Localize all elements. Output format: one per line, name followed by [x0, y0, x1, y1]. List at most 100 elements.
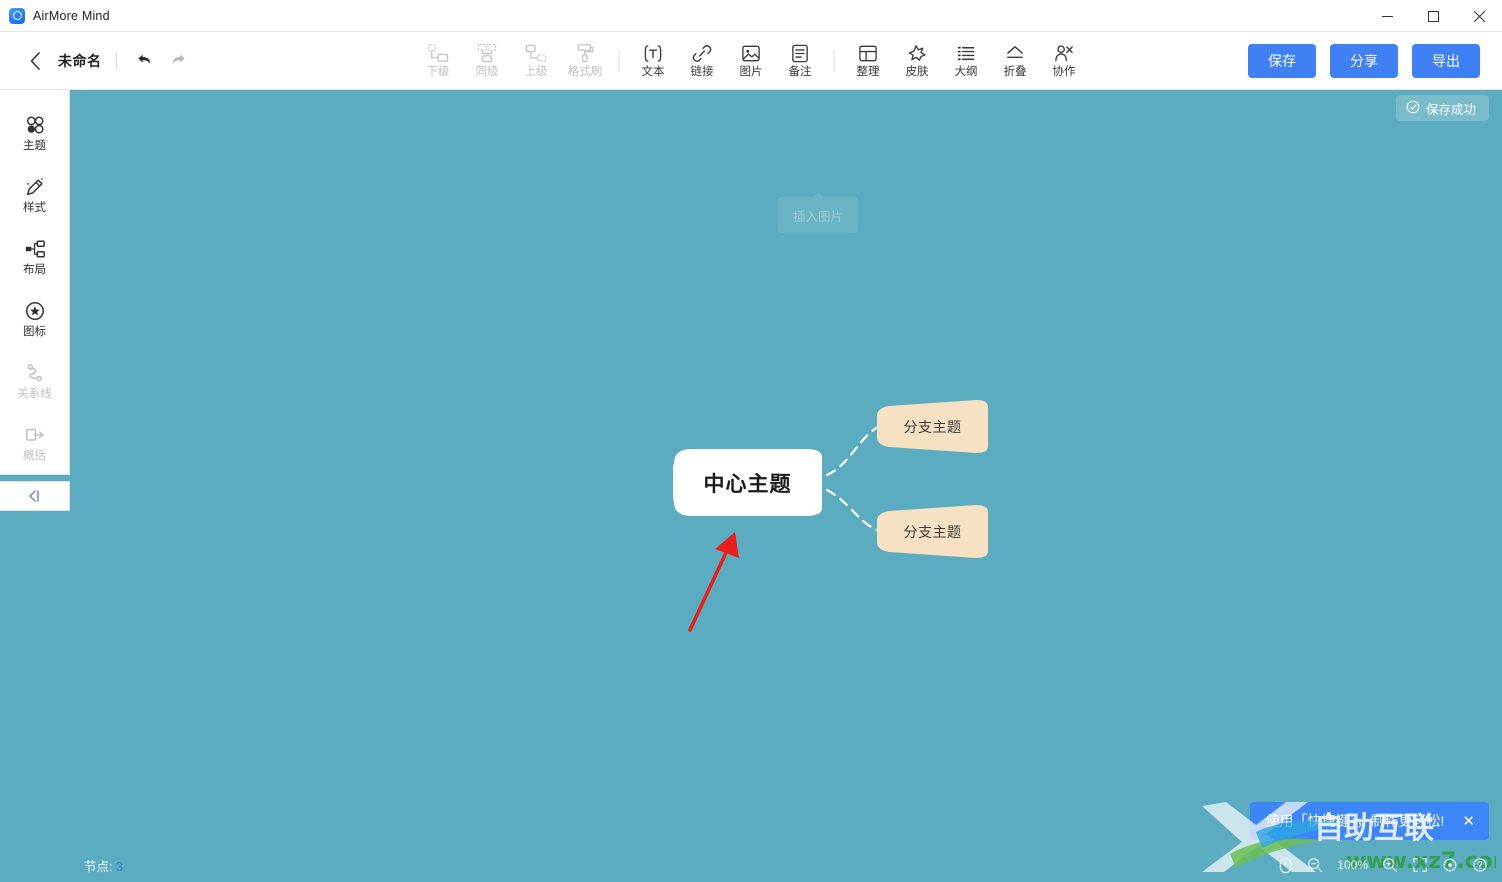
tool-arrange[interactable]: 整理: [844, 35, 893, 87]
tool-label: 下级: [426, 66, 450, 79]
format-painter-icon: [575, 42, 596, 64]
tool-label: 备注: [788, 66, 812, 79]
mindmap-branch-node[interactable]: 分支主题: [875, 503, 990, 560]
redo-icon[interactable]: [167, 48, 193, 74]
sidebar-item-label: 图标: [23, 326, 46, 339]
chevron-left-icon[interactable]: [20, 46, 50, 76]
window-controls: [1364, 0, 1502, 32]
tool-skin[interactable]: 皮肤: [893, 35, 942, 87]
mouse-mode-icon[interactable]: [1278, 857, 1293, 874]
main-toolbar: 未命名 下级 同级 上级 格式刷 文本 链接 图片 备注 整理 皮肤 大纲 折叠…: [0, 32, 1502, 90]
outline-icon: [956, 42, 977, 64]
save-button[interactable]: 保存: [1248, 43, 1316, 78]
tool-fold[interactable]: 折叠: [991, 35, 1040, 87]
tool-label: 文本: [641, 66, 665, 79]
relation-line-icon: [24, 361, 46, 385]
tool-label: 折叠: [1003, 66, 1027, 79]
app-logo-icon: [9, 7, 25, 24]
title-bar: AirMore Mind: [0, 0, 1502, 32]
arrange-icon: [858, 42, 879, 64]
image-icon: [741, 42, 762, 64]
toolbar-actions: 保存 分享 导出: [1248, 43, 1480, 78]
collapse-panel-icon[interactable]: [0, 481, 70, 511]
toolbar-divider-3: [833, 49, 835, 72]
node-count-status: 节点: 3: [84, 856, 123, 875]
tool-text[interactable]: 文本: [629, 35, 678, 87]
tool-sibling[interactable]: 同级: [463, 35, 512, 87]
layout-icon: [24, 237, 46, 261]
center-view-icon[interactable]: [1442, 857, 1458, 873]
sidebar-item-layout[interactable]: 布局: [0, 226, 70, 288]
tool-link[interactable]: 链接: [678, 35, 727, 87]
close-icon[interactable]: ✕: [1462, 814, 1475, 829]
tool-outline[interactable]: 大纲: [942, 35, 991, 87]
sidebar-item-label: 关系线: [17, 388, 52, 401]
tool-label: 整理: [856, 66, 880, 79]
left-sidebar: 主题 样式 布局 图标 关系线 概括: [0, 90, 70, 882]
mindmap-branch-node[interactable]: 分支主题: [875, 398, 990, 455]
link-icon: [692, 42, 713, 64]
parent-topic-icon: [525, 42, 547, 64]
sidebar-item-label: 样式: [23, 202, 46, 215]
sticker-icon: [24, 299, 46, 323]
zoom-out-icon[interactable]: [1307, 857, 1323, 873]
sidebar-item-label: 布局: [23, 264, 46, 277]
sidebar-item-summary[interactable]: 概括: [0, 412, 70, 474]
export-button[interactable]: 导出: [1412, 43, 1480, 78]
node-count-value: 3: [115, 859, 123, 874]
maximize-button[interactable]: [1410, 0, 1456, 32]
sibling-topic-icon: [477, 42, 498, 64]
app-window: AirMore Mind 未命名 下级 同级 上级 格式刷 文本 链接 图片 备…: [0, 0, 1502, 882]
tool-subtopic[interactable]: 下级: [414, 35, 463, 87]
tool-label: 图片: [739, 66, 763, 79]
tool-format-painter[interactable]: 格式刷: [561, 35, 610, 87]
document-title[interactable]: 未命名: [58, 51, 102, 71]
sidebar-panel: 主题 样式 布局 图标 关系线 概括: [0, 90, 70, 475]
shortcut-banner: 使用「快捷键」，制作更轻松! ✕: [1249, 802, 1489, 840]
theme-icon: [24, 113, 46, 137]
tool-label: 皮肤: [905, 66, 929, 79]
collaborate-icon: [1054, 42, 1075, 64]
zoom-level: 100%: [1337, 858, 1368, 872]
node-text: 分支主题: [903, 418, 962, 435]
shortcut-banner-text: 使用「快捷键」，制作更轻松!: [1265, 813, 1445, 829]
sidebar-item-relation-line[interactable]: 关系线: [0, 350, 70, 412]
tool-label: 格式刷: [567, 66, 603, 79]
tool-label: 同级: [475, 66, 499, 79]
close-button[interactable]: [1456, 0, 1502, 32]
fit-screen-icon[interactable]: [1412, 857, 1428, 873]
minimize-button[interactable]: [1364, 0, 1410, 32]
sidebar-item-label: 主题: [23, 140, 46, 153]
node-text: 分支主题: [903, 523, 962, 540]
red-arrow-annotation: [688, 532, 739, 632]
history-group: [131, 48, 193, 74]
tool-label: 大纲: [954, 66, 978, 79]
summary-icon: [24, 423, 46, 447]
node-text: 中心主题: [703, 472, 792, 496]
mindmap-tree: 中心主题 分支主题 分支主题: [70, 90, 1502, 882]
mindmap-center-node[interactable]: 中心主题: [670, 445, 825, 520]
toolbar-divider-1: [115, 51, 117, 70]
style-icon: [24, 175, 46, 199]
sidebar-item-sticker[interactable]: 图标: [0, 288, 70, 350]
node-count-label: 节点:: [84, 859, 113, 874]
tool-note[interactable]: 备注: [776, 35, 825, 87]
app-title: AirMore Mind: [33, 8, 110, 23]
workspace: 主题 样式 布局 图标 关系线 概括 插入图片 保存成功 中心主题 分支主题 分…: [0, 90, 1502, 882]
tool-label: 上级: [524, 66, 548, 79]
zoom-controls: 100%: [1278, 857, 1488, 874]
sidebar-item-style[interactable]: 样式: [0, 164, 70, 226]
mindmap-canvas[interactable]: 插入图片 保存成功 中心主题 分支主题 分支主题 使用「快捷键」，制作更轻松! …: [70, 90, 1502, 882]
tool-parent[interactable]: 上级: [512, 35, 561, 87]
tool-image[interactable]: 图片: [727, 35, 776, 87]
zoom-in-icon[interactable]: [1382, 857, 1398, 873]
tool-collaborate[interactable]: 协作: [1040, 35, 1089, 87]
share-button[interactable]: 分享: [1330, 43, 1398, 78]
skin-icon: [907, 42, 928, 64]
help-circle-icon[interactable]: [1472, 857, 1488, 873]
text-icon: [643, 42, 664, 64]
subtopic-icon: [427, 42, 449, 64]
undo-icon[interactable]: [131, 48, 157, 74]
sidebar-item-label: 概括: [23, 450, 46, 463]
sidebar-item-theme[interactable]: 主题: [0, 102, 70, 164]
